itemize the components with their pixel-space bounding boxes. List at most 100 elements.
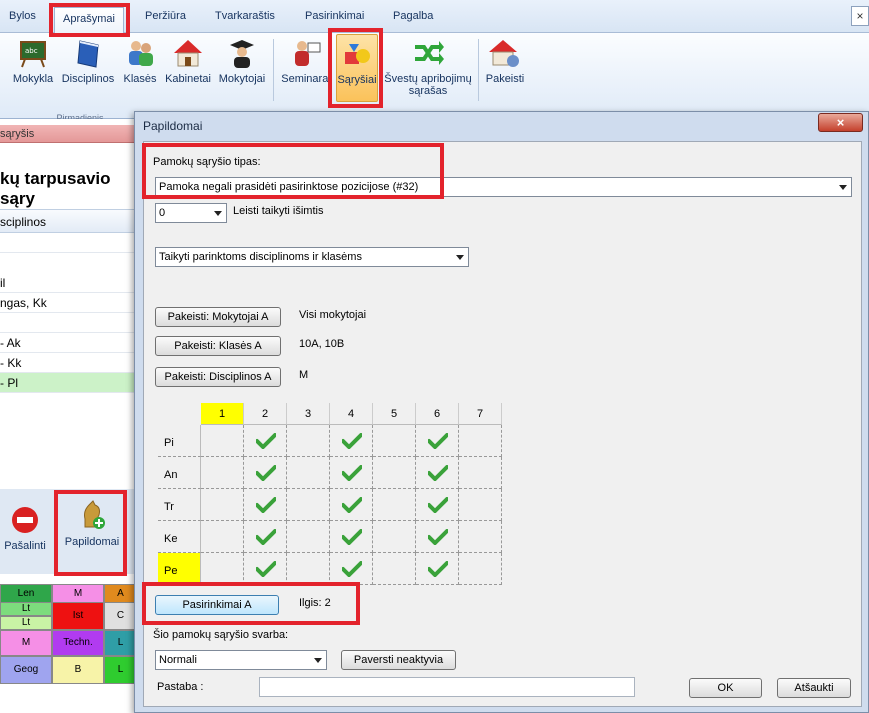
relations-button[interactable]: Sąryšiai <box>336 34 378 102</box>
grid-col-header[interactable]: 1 <box>201 403 244 425</box>
book-icon <box>72 37 104 69</box>
constraints-list-label: Švestų apribojimų <box>384 73 472 85</box>
remove-label: Pašalinti <box>4 540 46 552</box>
length-label: Ilgis: 2 <box>299 597 331 609</box>
grid-cell[interactable] <box>330 425 373 457</box>
grid-col-header[interactable]: 7 <box>459 403 502 425</box>
grid-cell[interactable] <box>373 425 416 457</box>
presenter-icon <box>290 37 322 69</box>
grid-cell[interactable] <box>287 457 330 489</box>
change-teachers-button[interactable]: Pakeisti: Mokytojai A <box>155 307 281 327</box>
constraints-list-button[interactable]: Švestų apribojimų sąrašas <box>381 37 475 97</box>
grid-cell[interactable] <box>330 553 373 585</box>
seminars-button[interactable]: Seminarai <box>281 37 331 85</box>
additional-dialog: Papildomai × Pamokų sąryšio tipas: Pamok… <box>134 111 869 713</box>
ok-button[interactable]: OK <box>689 678 762 698</box>
grid-col-header[interactable]: 4 <box>330 403 373 425</box>
grid-cell[interactable] <box>416 489 459 521</box>
grid-row-header[interactable]: Pe <box>158 553 201 585</box>
change-subjects-button[interactable]: Pakeisti: Disciplinos A <box>155 367 281 387</box>
grid-col-header[interactable]: 5 <box>373 403 416 425</box>
exception-select[interactable]: 0 <box>155 203 227 223</box>
grid-cell[interactable] <box>373 553 416 585</box>
change-classes-button[interactable]: Pakeisti: Klasės A <box>155 336 281 356</box>
subjects-button[interactable]: Disciplinos <box>59 37 117 85</box>
teachers-label: Mokytojai <box>218 73 266 85</box>
replace-button[interactable]: Pakeisti <box>484 37 526 85</box>
grid-cell[interactable] <box>416 553 459 585</box>
grid-cell[interactable] <box>201 521 244 553</box>
grid-cell[interactable] <box>459 457 502 489</box>
grid-cell[interactable] <box>373 489 416 521</box>
grid-row-header[interactable]: An <box>158 457 201 489</box>
grid-cell[interactable] <box>459 553 502 585</box>
apply-to-select[interactable]: Taikyti parinktoms disciplinoms ir klasė… <box>155 247 469 267</box>
check-icon <box>428 465 448 481</box>
grid-cell[interactable] <box>244 457 287 489</box>
left-pane-title: kų tarpusavio sąry <box>0 169 111 208</box>
grid-cell[interactable] <box>373 521 416 553</box>
grid-cell[interactable] <box>287 521 330 553</box>
grid-cell[interactable] <box>330 457 373 489</box>
grid-cell[interactable] <box>201 457 244 489</box>
menu-bylos[interactable]: Bylos <box>9 10 36 22</box>
school-button[interactable]: abc Mokykla <box>10 37 56 85</box>
weight-select[interactable]: Normali <box>155 650 327 670</box>
grid-cell[interactable] <box>416 521 459 553</box>
menu-pasirinkimai[interactable]: Pasirinkimai <box>305 10 364 22</box>
rooms-button[interactable]: Kabinetai <box>162 37 214 85</box>
grid-cell[interactable] <box>330 489 373 521</box>
menu-pagalba[interactable]: Pagalba <box>393 10 433 22</box>
teachers-button[interactable]: Mokytojai <box>215 37 269 85</box>
grid-cell[interactable] <box>244 489 287 521</box>
grid-cell[interactable] <box>287 489 330 521</box>
grid-cell[interactable] <box>416 457 459 489</box>
grid-col-header[interactable]: 3 <box>287 403 330 425</box>
relation-tab[interactable]: sąryšis <box>0 125 137 143</box>
grid-cell[interactable] <box>201 553 244 585</box>
column-header[interactable]: sciplinos <box>0 209 137 233</box>
remove-button[interactable]: Pašalinti <box>0 505 50 552</box>
additional-button[interactable]: Papildomai <box>60 497 124 548</box>
selections-button[interactable]: Pasirinkimai A <box>155 595 279 615</box>
window-close-icon[interactable]: × <box>851 6 869 26</box>
grid-cell[interactable] <box>373 457 416 489</box>
list-item-selected[interactable]: - Pl <box>0 373 137 393</box>
grid-row-header[interactable]: Pi <box>158 425 201 457</box>
grid-cell[interactable] <box>244 553 287 585</box>
list-item[interactable] <box>0 313 137 333</box>
grid-cell[interactable] <box>459 425 502 457</box>
dialog-close-icon[interactable]: × <box>818 113 863 132</box>
ribbon-separator-2 <box>478 39 479 101</box>
list-item[interactable]: il <box>0 273 137 293</box>
grid-cell[interactable] <box>459 521 502 553</box>
menu-aprasymai[interactable]: Aprašymai <box>54 7 124 33</box>
list-item[interactable]: - Kk <box>0 353 137 373</box>
grid-col-header[interactable]: 2 <box>244 403 287 425</box>
grid-cell[interactable] <box>201 425 244 457</box>
grid-col-header[interactable]: 6 <box>416 403 459 425</box>
grid-cell[interactable] <box>416 425 459 457</box>
note-input[interactable] <box>259 677 635 697</box>
grid-cell[interactable] <box>330 521 373 553</box>
deactivate-button[interactable]: Paversti neaktyvia <box>341 650 456 670</box>
replace-label: Pakeisti <box>485 73 525 85</box>
grid-cell[interactable] <box>201 489 244 521</box>
relation-type-select[interactable]: Pamoka negali prasidėti pasirinktose poz… <box>155 177 852 197</box>
list-item[interactable]: ngas, Kk <box>0 293 137 313</box>
grid-row-header[interactable]: Tr <box>158 489 201 521</box>
list-item[interactable]: - Ak <box>0 333 137 353</box>
grid-cell[interactable] <box>244 425 287 457</box>
grid-cell[interactable] <box>287 553 330 585</box>
grid-cell[interactable] <box>287 425 330 457</box>
classes-button[interactable]: Klasės <box>121 37 159 85</box>
timetable-cell: Lt <box>0 616 52 630</box>
grid-row-header[interactable]: Ke <box>158 521 201 553</box>
cancel-button[interactable]: Atšaukti <box>777 678 851 698</box>
menu-tvarkarastis[interactable]: Tvarkaraštis <box>215 10 275 22</box>
menu-perziura[interactable]: Peržiūra <box>145 10 186 22</box>
list-item[interactable] <box>0 233 137 253</box>
grid-cell[interactable] <box>244 521 287 553</box>
left-button-area: Pašalinti Papildomai <box>0 489 137 574</box>
grid-cell[interactable] <box>459 489 502 521</box>
